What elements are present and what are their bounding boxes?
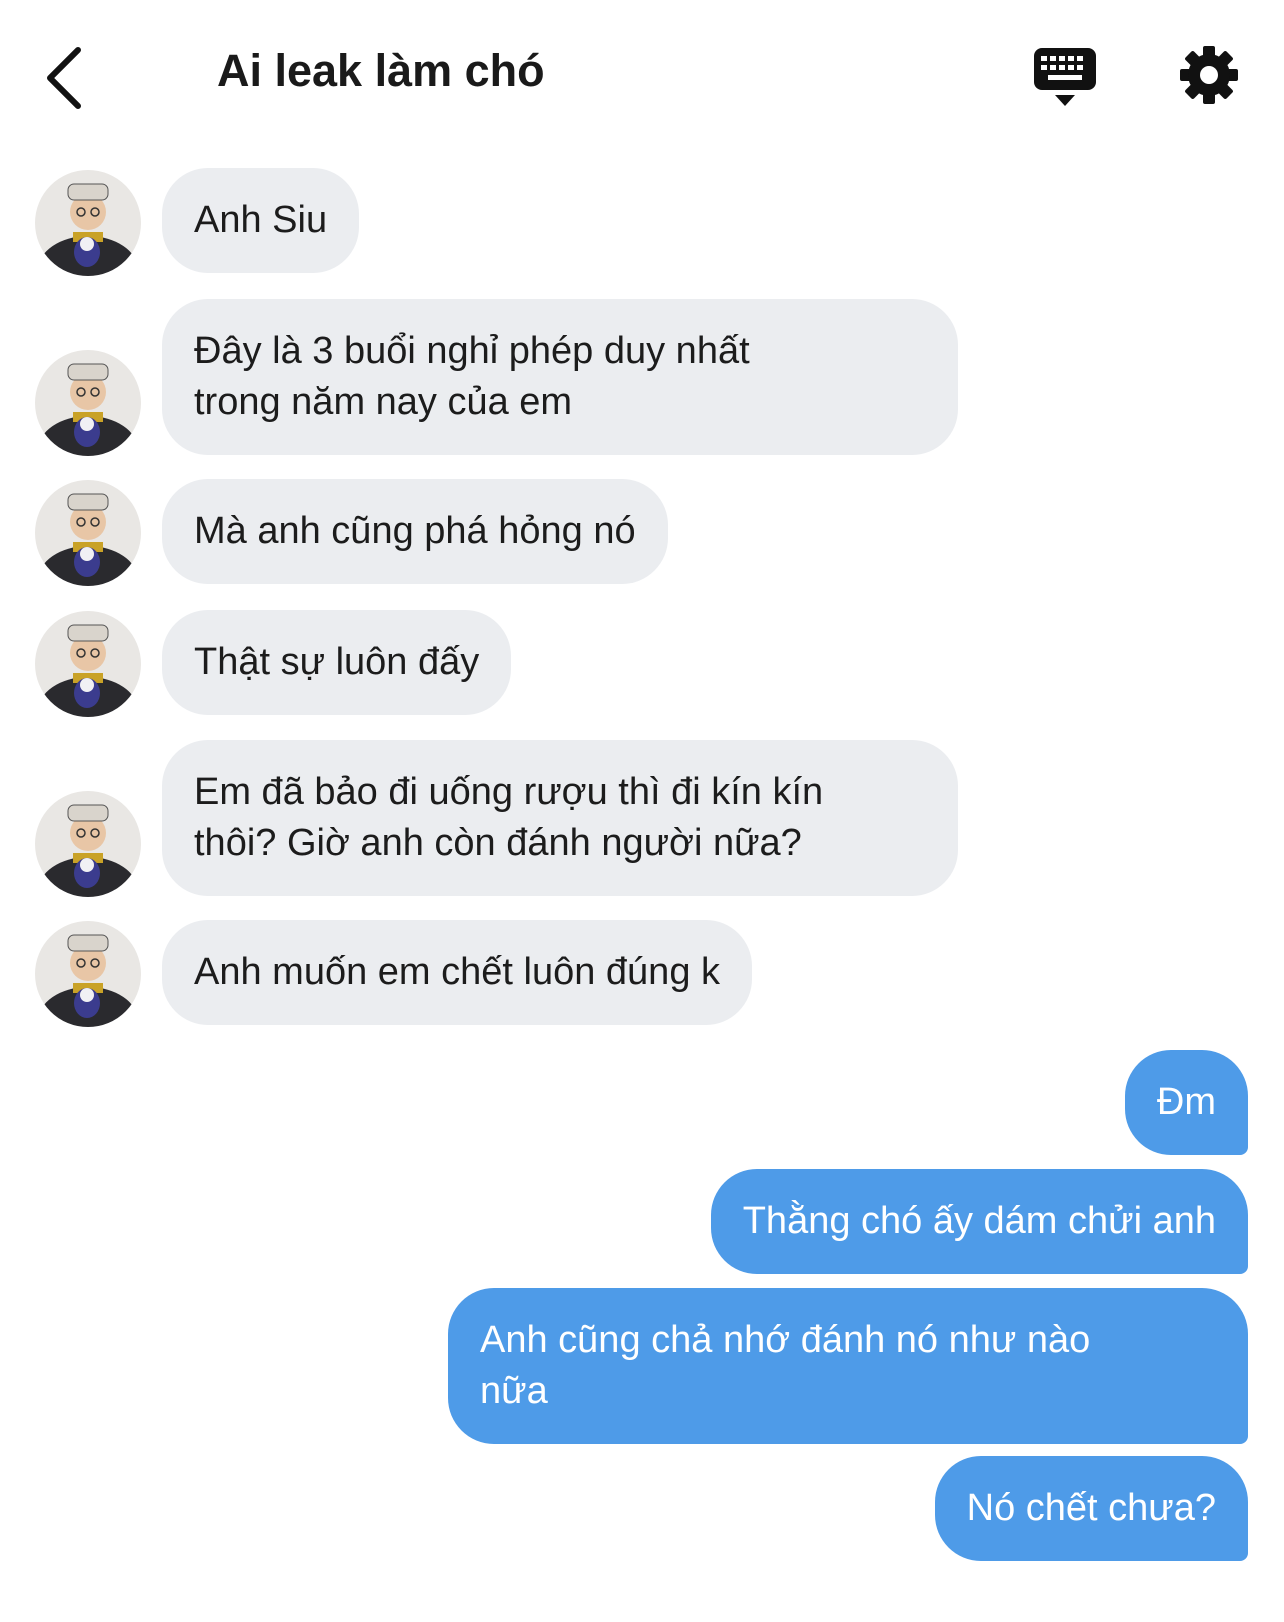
keyboard-icon bbox=[1034, 48, 1096, 106]
message-text-line: Đây là 3 buổi nghỉ phép duy nhất bbox=[194, 330, 750, 372]
message-text-line: nữa bbox=[480, 1370, 548, 1412]
message-bubble-incoming: Em đã bảo đi uống rượu thì đi kín kín th… bbox=[162, 740, 958, 896]
avatar-image bbox=[35, 791, 141, 897]
chevron-left-icon bbox=[47, 47, 81, 109]
avatar[interactable] bbox=[35, 350, 141, 456]
gear-icon bbox=[1180, 46, 1238, 104]
avatar-image bbox=[35, 921, 141, 1027]
avatar-image bbox=[35, 170, 141, 276]
message-text: Nó chết chưa? bbox=[966, 1487, 1216, 1529]
message-text-line: Em đã bảo đi uống rượu thì đi kín kín bbox=[194, 771, 824, 813]
message-text-line: trong năm nay của em bbox=[194, 381, 573, 423]
settings-button[interactable] bbox=[1177, 43, 1241, 107]
message-bubble-incoming: Mà anh cũng phá hỏng nó bbox=[162, 479, 668, 584]
message-text: Thật sự luôn đấy bbox=[194, 641, 480, 683]
message-bubble-outgoing: Thằng chó ấy dám chửi anh bbox=[710, 1169, 1248, 1274]
message-text: Mà anh cũng phá hỏng nó bbox=[194, 510, 636, 552]
message-bubble-incoming: Anh muốn em chết luôn đúng k bbox=[162, 920, 753, 1025]
message-bubble-outgoing: Đm bbox=[1124, 1050, 1248, 1155]
message-bubble-incoming: Anh Siu bbox=[162, 168, 360, 273]
message-text: Anh muốn em chết luôn đúng k bbox=[194, 951, 721, 993]
chat-title: Ai leak làm chó bbox=[217, 45, 545, 96]
message-text: Thằng chó ấy dám chửi anh bbox=[742, 1200, 1216, 1242]
chat-header: Ai leak làm chó bbox=[0, 0, 1284, 150]
avatar-image bbox=[35, 611, 141, 717]
avatar[interactable] bbox=[35, 921, 141, 1027]
avatar[interactable] bbox=[35, 170, 141, 276]
message-bubble-incoming: Đây là 3 buổi nghỉ phép duy nhất trong n… bbox=[162, 299, 958, 455]
message-text-line: Anh cũng chả nhớ đánh nó như nào bbox=[480, 1319, 1091, 1361]
avatar[interactable] bbox=[35, 611, 141, 717]
avatar-image bbox=[35, 350, 141, 456]
message-bubble-incoming: Thật sự luôn đấy bbox=[162, 610, 512, 715]
message-text-line: thôi? Giờ anh còn đánh người nữa? bbox=[194, 822, 802, 864]
message-bubble-outgoing: Anh cũng chả nhớ đánh nó như nào nữa bbox=[448, 1288, 1248, 1444]
back-button[interactable] bbox=[40, 40, 100, 120]
avatar-image bbox=[35, 480, 141, 586]
keyboard-button[interactable] bbox=[1030, 44, 1102, 116]
message-bubble-outgoing: Nó chết chưa? bbox=[934, 1456, 1248, 1561]
avatar[interactable] bbox=[35, 791, 141, 897]
avatar[interactable] bbox=[35, 480, 141, 586]
message-text: Đm bbox=[1156, 1081, 1216, 1123]
message-text: Anh Siu bbox=[194, 199, 328, 241]
